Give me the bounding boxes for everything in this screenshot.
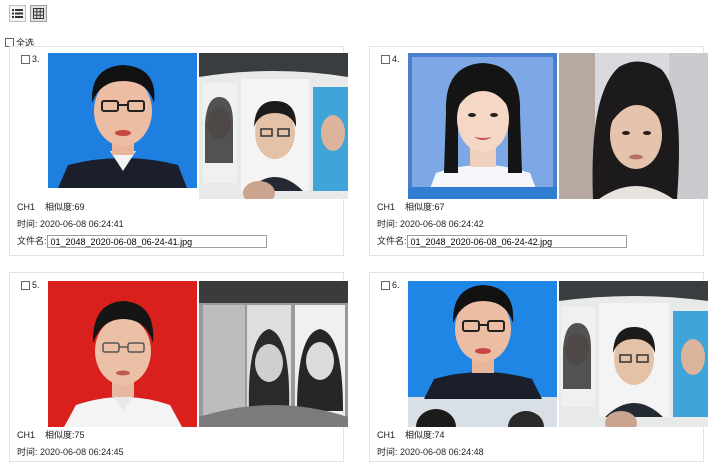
time-value: 2020-06-08 06:24:42 bbox=[400, 219, 484, 229]
filename-label: 文件名: bbox=[377, 236, 407, 246]
grid-icon bbox=[33, 8, 44, 19]
record-index: 5. bbox=[32, 280, 40, 290]
list-icon bbox=[12, 9, 23, 18]
registered-photo[interactable] bbox=[408, 281, 557, 427]
record-checkbox[interactable] bbox=[21, 280, 30, 290]
similarity-value: 74 bbox=[434, 430, 445, 440]
capture-photo[interactable] bbox=[559, 53, 708, 199]
time-label: 时间: bbox=[17, 219, 38, 229]
record-index: 4. bbox=[392, 54, 400, 64]
capture-photo[interactable] bbox=[199, 281, 348, 427]
record-checkbox[interactable] bbox=[381, 54, 390, 64]
registered-photo[interactable] bbox=[48, 281, 197, 427]
channel-label: CH1 bbox=[377, 430, 396, 440]
similarity-value: 67 bbox=[434, 202, 445, 212]
record-card: 6. CH1 相似度:74 时间: 2020-06-08 06:24:48 bbox=[369, 272, 708, 462]
similarity-label: 相似度: bbox=[405, 430, 435, 440]
record-index: 6. bbox=[392, 280, 400, 290]
similarity-value: 75 bbox=[74, 430, 85, 440]
channel-label: CH1 bbox=[17, 202, 36, 212]
similarity-label: 相似度: bbox=[45, 202, 75, 212]
similarity-label: 相似度: bbox=[45, 430, 75, 440]
record-index: 3. bbox=[32, 54, 40, 64]
similarity-value: 69 bbox=[74, 202, 85, 212]
registered-photo[interactable] bbox=[48, 53, 197, 188]
record-checkbox[interactable] bbox=[21, 54, 30, 64]
filename-field[interactable] bbox=[46, 235, 267, 248]
filename-field[interactable] bbox=[406, 235, 627, 248]
time-value: 2020-06-08 06:24:41 bbox=[40, 219, 124, 229]
record-checkbox[interactable] bbox=[381, 280, 390, 290]
capture-photo[interactable] bbox=[199, 53, 348, 199]
filename-label: 文件名: bbox=[17, 236, 47, 246]
registered-photo[interactable] bbox=[408, 53, 557, 199]
similarity-label: 相似度: bbox=[405, 202, 435, 212]
channel-label: CH1 bbox=[17, 430, 36, 440]
time-label: 时间: bbox=[377, 219, 398, 229]
record-card: 3. CH1 相似度:69 时间: 2020-06-08 06:24:41 文件… bbox=[9, 46, 348, 256]
record-card: 5. CH1 相似度:75 时间: 2020-06-08 06:24:45 bbox=[9, 272, 348, 462]
capture-photo[interactable] bbox=[559, 281, 708, 427]
grid-view-button[interactable] bbox=[30, 5, 47, 22]
record-card: 4. CH1 相似度:67 时间: 2020-06-08 06:24:42 文件… bbox=[369, 46, 708, 256]
channel-label: CH1 bbox=[377, 202, 396, 212]
list-view-button[interactable] bbox=[9, 5, 26, 22]
